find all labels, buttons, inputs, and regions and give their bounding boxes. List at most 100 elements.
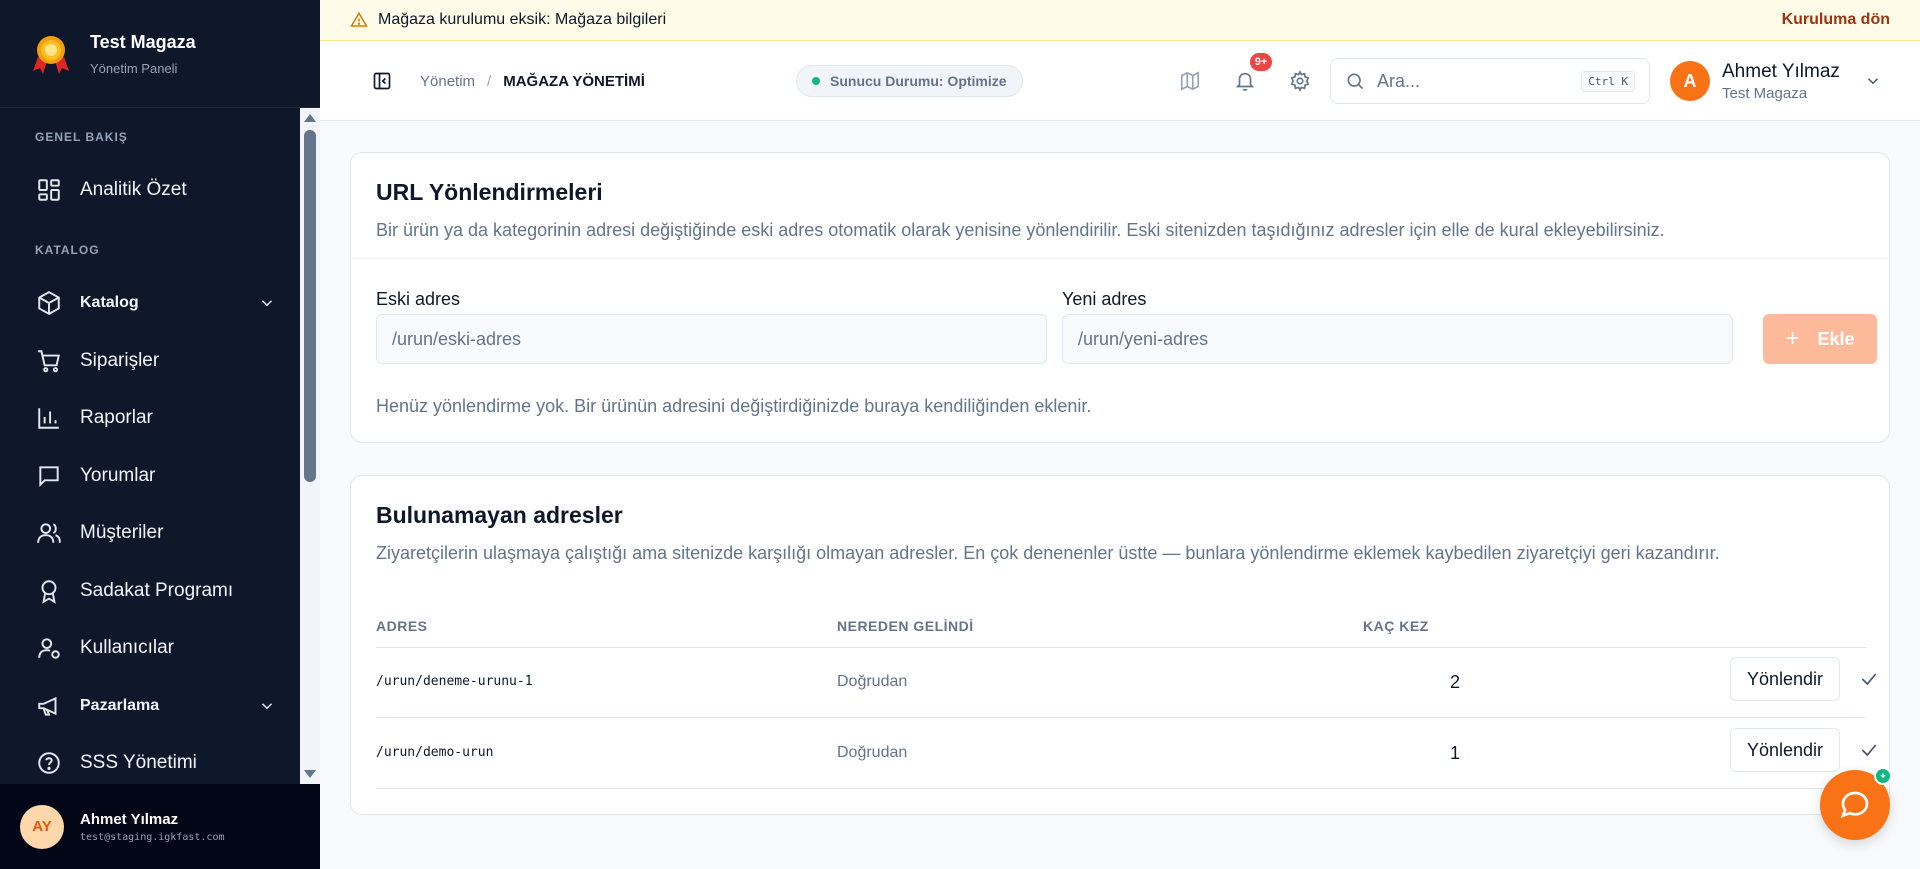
- sidebar-item-label: Yorumlar: [80, 465, 156, 486]
- sidebar-item-loyalty[interactable]: Sadakat Programı: [28, 571, 276, 611]
- sidebar-item-label: Analitik Özet: [80, 179, 187, 200]
- chevron-down-icon: [1867, 78, 1878, 85]
- sidebar-user[interactable]: AY Ahmet Yılmaz test@staging.igkfast.com: [0, 784, 320, 869]
- sidebar-item-catalog[interactable]: Katalog: [28, 283, 276, 323]
- sidebar-user-name: Ahmet Yılmaz: [80, 810, 179, 828]
- check-icon[interactable]: [1859, 669, 1879, 689]
- sidebar-item-marketing[interactable]: Pazarlama: [28, 686, 276, 726]
- scroll-up-arrow-icon[interactable]: [304, 114, 316, 122]
- user-menu[interactable]: A Ahmet Yılmaz Test Magaza: [1670, 41, 1882, 121]
- sidebar-item-label: Pazarlama: [80, 697, 160, 714]
- topbar: Yönetim / MAĞAZA YÖNETİMİ Sunucu Durumu:…: [320, 41, 1920, 121]
- bell-icon[interactable]: [1234, 70, 1256, 92]
- brand-subtitle: Yönetim Paneli: [90, 60, 178, 76]
- column-header-address: ADRES: [376, 618, 428, 634]
- sidebar-item-reports[interactable]: Raporlar: [28, 398, 276, 438]
- redirect-button[interactable]: Yönlendir: [1730, 728, 1840, 772]
- table-divider: [376, 717, 1866, 718]
- table-divider: [376, 788, 1866, 789]
- new-address-input[interactable]: [1062, 314, 1733, 364]
- search-input[interactable]: [1377, 70, 1582, 92]
- redirect-button[interactable]: Yönlendir: [1730, 657, 1840, 701]
- check-icon[interactable]: [1859, 740, 1879, 760]
- breadcrumb-root[interactable]: Yönetim: [420, 73, 475, 90]
- server-status-badge: Sunucu Durumu: Optimize: [796, 65, 1023, 97]
- chevron-down-icon: [261, 300, 273, 307]
- cart-icon: [38, 350, 60, 373]
- breadcrumb-current: MAĞAZA YÖNETİMİ: [503, 72, 645, 90]
- column-header-source: NEREDEN GELİNDİ: [837, 618, 974, 634]
- sidebar-item-label: Raporlar: [80, 407, 153, 428]
- status-dot-icon: [812, 77, 820, 85]
- cell-address: /urun/deneme-urunu-1: [376, 674, 533, 689]
- chat-bubble-icon: [1840, 791, 1869, 818]
- url-redirects-card: URL Yönlendirmeleri Bir ürün ya da kateg…: [350, 152, 1890, 443]
- brand[interactable]: Test Magaza Yönetim Paneli: [0, 0, 320, 108]
- nav-section-catalog: KATALOG: [35, 243, 100, 257]
- cell-count: 2: [1449, 672, 1460, 692]
- back-to-setup-link[interactable]: Kuruluma dön: [1782, 11, 1890, 29]
- message-icon: [39, 466, 59, 488]
- server-status-text: Sunucu Durumu: Optimize: [830, 73, 1007, 89]
- sidebar-item-orders[interactable]: Siparişler: [28, 341, 276, 381]
- cell-source: Doğrudan: [837, 744, 908, 761]
- box-icon: [38, 291, 60, 315]
- avatar: AY: [20, 804, 64, 849]
- card-title: URL Yönlendirmeleri: [376, 179, 603, 205]
- sidebar-item-label: Sadakat Programı: [80, 580, 234, 601]
- scroll-thumb[interactable]: [304, 130, 316, 482]
- sidebar-item-reviews[interactable]: Yorumlar: [28, 456, 276, 496]
- map-icon[interactable]: [1179, 70, 1201, 92]
- sidebar-toggle-icon[interactable]: [372, 71, 392, 91]
- sidebar-item-faq[interactable]: SSS Yönetimi: [28, 743, 276, 783]
- sidebar-item-label: Müşteriler: [80, 522, 164, 543]
- banner-prefix: Mağaza kurulumu eksik:: [378, 11, 551, 28]
- sidebar-item-label: Kullanıcılar: [80, 637, 174, 658]
- brand-title: Test Magaza: [90, 31, 196, 52]
- cell-count: 1: [1449, 743, 1460, 763]
- megaphone-icon: [38, 696, 57, 716]
- sidebar-item-users[interactable]: Kullanıcılar: [28, 628, 276, 668]
- sidebar-item-customers[interactable]: Müşteriler: [28, 513, 276, 553]
- plus-icon: +: [1785, 325, 1800, 352]
- users-icon: [37, 523, 61, 543]
- chevron-down-icon: [261, 703, 273, 710]
- sidebar-scrollbar[interactable]: [300, 108, 320, 784]
- search-shortcut: Ctrl K: [1581, 70, 1635, 92]
- user-name: Ahmet Yılmaz: [1722, 60, 1840, 82]
- divider: [351, 258, 1889, 259]
- sidebar-nav: GENEL BAKIŞ Analitik Özet KATALOG Katalo…: [0, 108, 300, 784]
- card-description: Bir ürün ya da kategorinin adresi değişt…: [376, 220, 1665, 240]
- sidebar-user-email: test@staging.igkfast.com: [80, 831, 225, 843]
- sparkle-icon: ✦: [1874, 767, 1892, 785]
- nav-section-overview: GENEL BAKIŞ: [35, 130, 128, 144]
- card-description: Ziyaretçilerin ulaşmaya çalıştığı ama si…: [376, 543, 1720, 563]
- search-icon: [1347, 73, 1364, 90]
- column-header-count: KAÇ KEZ: [1363, 618, 1429, 634]
- banner-link[interactable]: Mağaza bilgileri: [555, 11, 666, 29]
- setup-banner: Mağaza kurulumu eksik: Mağaza bilgileri …: [320, 0, 1920, 41]
- sidebar-item-analytics[interactable]: Analitik Özet: [28, 170, 276, 210]
- sidebar-item-label: Katalog: [80, 294, 139, 311]
- scroll-down-arrow-icon[interactable]: [304, 770, 316, 778]
- empty-state-message: Henüz yönlendirme yok. Bir ürünün adresi…: [376, 396, 1092, 416]
- sidebar: Test Magaza Yönetim Paneli GENEL BAKIŞ A…: [0, 0, 320, 869]
- bar-chart-icon: [38, 408, 59, 429]
- old-address-input[interactable]: [376, 314, 1047, 364]
- new-address-label: Yeni adres: [1062, 289, 1147, 309]
- dashboard-icon: [38, 179, 60, 201]
- gear-icon[interactable]: [1289, 70, 1311, 92]
- sidebar-item-label: SSS Yönetimi: [80, 752, 197, 773]
- help-circle-icon: [38, 752, 60, 774]
- add-redirect-label: Ekle: [1817, 328, 1855, 349]
- search-box[interactable]: Ctrl K: [1330, 58, 1650, 104]
- add-redirect-button[interactable]: + Ekle: [1763, 314, 1877, 364]
- warning-icon: [350, 11, 368, 27]
- not-found-card: Bulunamayan adresler Ziyaretçilerin ulaş…: [350, 475, 1890, 815]
- cell-source: Doğrudan: [837, 673, 908, 690]
- breadcrumb: Yönetim / MAĞAZA YÖNETİMİ: [420, 41, 645, 121]
- main: Mağaza kurulumu eksik: Mağaza bilgileri …: [320, 0, 1920, 869]
- notification-badge: 9+: [1250, 53, 1272, 71]
- user-store: Test Magaza: [1722, 84, 1808, 102]
- table-divider: [376, 647, 1866, 648]
